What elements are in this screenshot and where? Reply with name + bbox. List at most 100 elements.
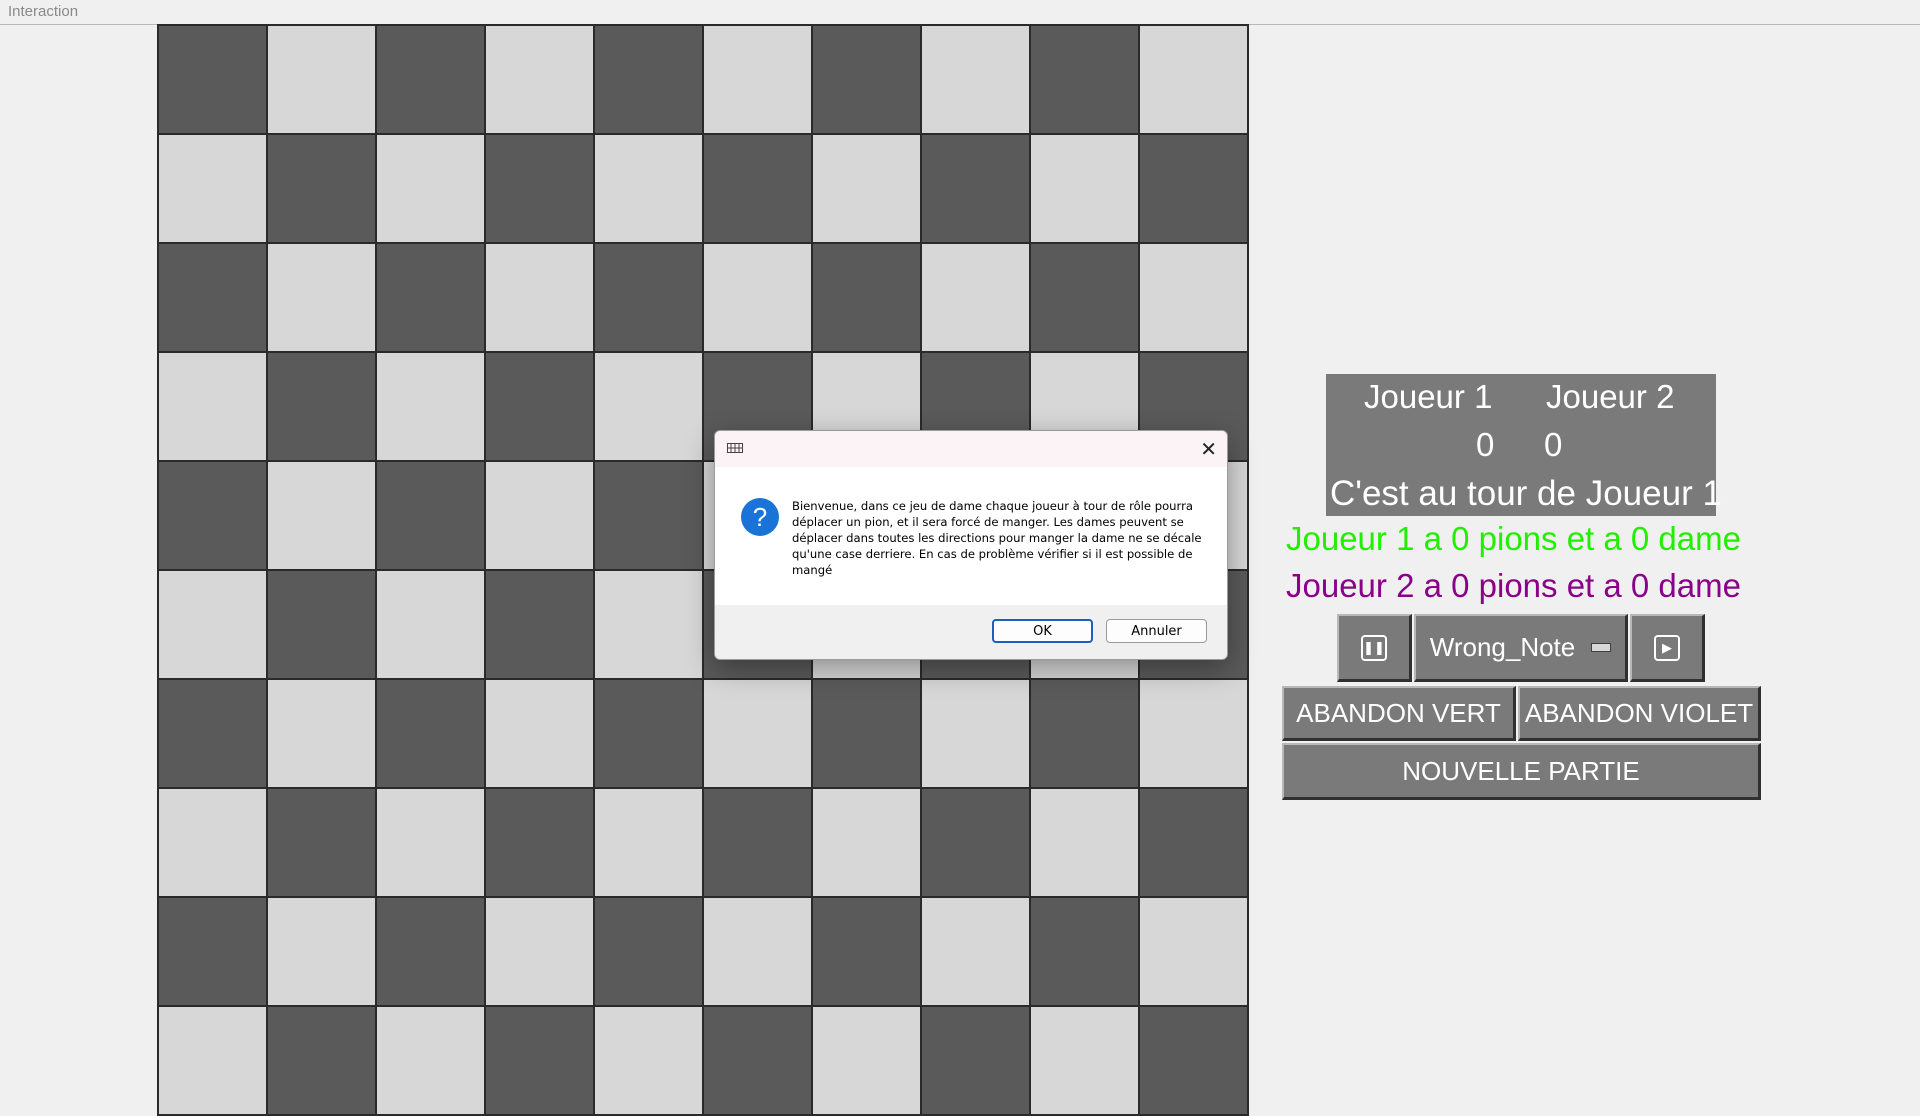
board-square-light[interactable]	[377, 353, 486, 462]
board-square-dark[interactable]	[1140, 135, 1249, 244]
window-title: Interaction	[8, 3, 79, 20]
new-game-button[interactable]: NOUVELLE PARTIE	[1282, 743, 1761, 800]
board-square-dark[interactable]	[486, 1007, 595, 1116]
board-square-light[interactable]	[704, 680, 813, 789]
board-square-dark[interactable]	[1140, 1007, 1249, 1116]
board-square-dark[interactable]	[377, 680, 486, 789]
music-track-selector[interactable]: Wrong_Note	[1414, 614, 1628, 682]
board-square-light[interactable]	[813, 135, 922, 244]
board-square-light[interactable]	[159, 353, 268, 462]
board-square-light[interactable]	[1140, 26, 1249, 135]
board-square-light[interactable]	[486, 898, 595, 1007]
board-square-light[interactable]	[486, 26, 595, 135]
board-square-dark[interactable]	[922, 1007, 1031, 1116]
window-titlebar: Interaction	[0, 0, 1920, 25]
board-square-dark[interactable]	[159, 26, 268, 135]
board-square-light[interactable]	[704, 26, 813, 135]
abandon-green-button[interactable]: ABANDON VERT	[1282, 686, 1516, 741]
board-square-dark[interactable]	[377, 462, 486, 571]
board-square-light[interactable]	[595, 353, 704, 462]
board-square-light[interactable]	[595, 1007, 704, 1116]
board-square-light[interactable]	[268, 898, 377, 1007]
board-square-light[interactable]	[922, 244, 1031, 353]
board-square-light[interactable]	[159, 1007, 268, 1116]
board-square-dark[interactable]	[704, 1007, 813, 1116]
board-square-light[interactable]	[704, 898, 813, 1007]
board-square-light[interactable]	[377, 789, 486, 898]
board-square-dark[interactable]	[704, 789, 813, 898]
board-square-dark[interactable]	[268, 789, 377, 898]
board-square-dark[interactable]	[377, 26, 486, 135]
board-square-light[interactable]	[1140, 244, 1249, 353]
board-square-dark[interactable]	[268, 353, 377, 462]
board-square-light[interactable]	[1031, 1007, 1140, 1116]
board-square-light[interactable]	[268, 680, 377, 789]
board-square-dark[interactable]	[1031, 898, 1140, 1007]
board-square-dark[interactable]	[486, 571, 595, 680]
abandon-purple-button[interactable]: ABANDON VIOLET	[1518, 686, 1761, 741]
board-square-dark[interactable]	[377, 244, 486, 353]
player1-stats: Joueur 1 a 0 pions et a 0 dame	[1286, 520, 1741, 557]
board-square-dark[interactable]	[595, 26, 704, 135]
board-square-light[interactable]	[377, 571, 486, 680]
welcome-dialog: ✕ ? Bienvenue, dans ce jeu de dame chaqu…	[714, 430, 1228, 660]
board-square-light[interactable]	[595, 135, 704, 244]
board-square-light[interactable]	[922, 26, 1031, 135]
board-square-light[interactable]	[377, 1007, 486, 1116]
cancel-button[interactable]: Annuler	[1106, 619, 1207, 643]
board-square-dark[interactable]	[159, 462, 268, 571]
board-square-light[interactable]	[813, 789, 922, 898]
board-square-light[interactable]	[159, 789, 268, 898]
board-square-dark[interactable]	[1031, 26, 1140, 135]
board-square-dark[interactable]	[595, 244, 704, 353]
board-square-light[interactable]	[268, 26, 377, 135]
board-square-light[interactable]	[1031, 135, 1140, 244]
board-square-dark[interactable]	[813, 898, 922, 1007]
board-square-light[interactable]	[1140, 898, 1249, 1007]
board-square-dark[interactable]	[268, 1007, 377, 1116]
play-button[interactable]: ▶	[1630, 614, 1705, 682]
board-square-dark[interactable]	[922, 789, 1031, 898]
board-square-dark[interactable]	[1031, 244, 1140, 353]
board-square-light[interactable]	[1031, 789, 1140, 898]
board-square-light[interactable]	[268, 462, 377, 571]
pause-button[interactable]: ❚❚	[1337, 614, 1412, 682]
board-square-dark[interactable]	[813, 244, 922, 353]
board-square-light[interactable]	[268, 244, 377, 353]
board-square-dark[interactable]	[268, 571, 377, 680]
board-square-light[interactable]	[813, 1007, 922, 1116]
board-square-dark[interactable]	[486, 135, 595, 244]
board-square-dark[interactable]	[159, 898, 268, 1007]
board-square-light[interactable]	[486, 680, 595, 789]
board-square-light[interactable]	[922, 680, 1031, 789]
board-square-light[interactable]	[159, 135, 268, 244]
board-square-dark[interactable]	[595, 898, 704, 1007]
board-square-dark[interactable]	[486, 353, 595, 462]
board-square-dark[interactable]	[922, 135, 1031, 244]
board-square-light[interactable]	[704, 244, 813, 353]
board-square-dark[interactable]	[1140, 789, 1249, 898]
board-square-dark[interactable]	[1031, 680, 1140, 789]
close-icon[interactable]: ✕	[1200, 437, 1217, 462]
board-square-dark[interactable]	[159, 680, 268, 789]
board-square-dark[interactable]	[813, 680, 922, 789]
board-square-dark[interactable]	[377, 898, 486, 1007]
board-square-light[interactable]	[486, 244, 595, 353]
board-square-light[interactable]	[377, 135, 486, 244]
play-icon: ▶	[1654, 634, 1680, 661]
board-square-dark[interactable]	[595, 680, 704, 789]
board-square-dark[interactable]	[704, 135, 813, 244]
board-square-dark[interactable]	[268, 135, 377, 244]
ok-button[interactable]: OK	[992, 619, 1093, 643]
board-square-dark[interactable]	[159, 244, 268, 353]
board-square-dark[interactable]	[486, 789, 595, 898]
board-square-light[interactable]	[1140, 680, 1249, 789]
player1-label: Joueur 1	[1364, 378, 1493, 415]
board-square-dark[interactable]	[595, 462, 704, 571]
board-square-dark[interactable]	[813, 26, 922, 135]
board-square-light[interactable]	[159, 571, 268, 680]
board-square-light[interactable]	[922, 898, 1031, 1007]
board-square-light[interactable]	[486, 462, 595, 571]
board-square-light[interactable]	[595, 571, 704, 680]
board-square-light[interactable]	[595, 789, 704, 898]
